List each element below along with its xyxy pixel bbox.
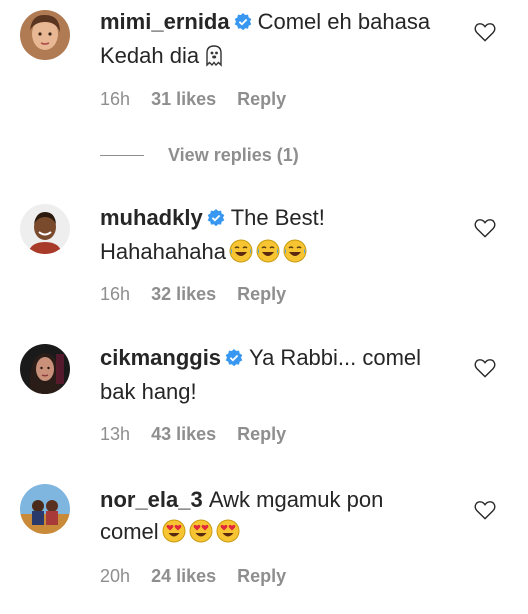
like-heart-icon[interactable] xyxy=(474,22,496,42)
comment-likes[interactable]: 24 likes xyxy=(151,566,216,586)
comment-text: Comel eh bahasa xyxy=(257,9,431,34)
like-heart-icon[interactable] xyxy=(474,500,496,520)
heart-eyes-emoji-icon xyxy=(216,519,240,552)
reply-button[interactable]: Reply xyxy=(237,424,286,444)
reply-button[interactable]: Reply xyxy=(237,566,286,586)
comment-body: nor_ela_3 Awk mgamuk pon comel xyxy=(100,484,450,552)
comment-body: cikmanggis Ya Rabbi... comel bak hang! xyxy=(100,342,450,408)
comment-meta: 16h 32 likes Reply xyxy=(100,284,302,305)
comment-time[interactable]: 16h xyxy=(100,89,130,109)
comment-text: Ya Rabbi... comel xyxy=(249,345,422,370)
view-replies-button[interactable]: View replies (1) xyxy=(100,145,299,166)
comment-meta: 20h 24 likes Reply xyxy=(100,566,302,587)
comment-text: Awk mgamuk pon xyxy=(208,487,384,512)
view-replies-label: View replies (1) xyxy=(168,145,299,165)
ghost-emoji-icon xyxy=(202,43,226,76)
avatar[interactable] xyxy=(20,344,70,394)
comment-time[interactable]: 13h xyxy=(100,424,130,444)
like-heart-icon[interactable] xyxy=(474,358,496,378)
comment-text-continued: comel xyxy=(100,519,159,544)
comment-text-continued: bak hang! xyxy=(100,379,197,404)
comment-text-continued: Hahahahaha xyxy=(100,239,227,264)
comment-text-continued: Kedah dia xyxy=(100,43,200,68)
avatar[interactable] xyxy=(20,204,70,254)
comment-text: The Best! xyxy=(230,205,325,230)
comment-body: muhadkly The Best! Hahahahaha xyxy=(100,202,450,272)
comment-body: mimi_ernida Comel eh bahasa Kedah dia xyxy=(100,6,450,76)
comment-username[interactable]: mimi_ernida xyxy=(100,9,230,34)
reply-button[interactable]: Reply xyxy=(237,284,286,304)
tears-of-joy-emoji-icon xyxy=(283,239,307,272)
comment-meta: 16h 31 likes Reply xyxy=(100,89,302,110)
comment-likes[interactable]: 32 likes xyxy=(151,284,216,304)
tears-of-joy-emoji-icon xyxy=(256,239,280,272)
heart-eyes-emoji-icon xyxy=(162,519,186,552)
heart-eyes-emoji-icon xyxy=(189,519,213,552)
tears-of-joy-emoji-icon xyxy=(229,239,253,272)
avatar[interactable] xyxy=(20,484,70,534)
view-replies-divider xyxy=(100,155,144,156)
verified-badge-icon xyxy=(225,344,243,376)
comment-likes[interactable]: 31 likes xyxy=(151,89,216,109)
comment-time[interactable]: 16h xyxy=(100,284,130,304)
comment-username[interactable]: muhadkly xyxy=(100,205,203,230)
avatar[interactable] xyxy=(20,10,70,60)
comment-username[interactable]: nor_ela_3 xyxy=(100,487,203,512)
reply-button[interactable]: Reply xyxy=(237,89,286,109)
verified-badge-icon xyxy=(207,204,225,236)
comment-time[interactable]: 20h xyxy=(100,566,130,586)
comment-likes[interactable]: 43 likes xyxy=(151,424,216,444)
verified-badge-icon xyxy=(234,8,252,40)
comment-meta: 13h 43 likes Reply xyxy=(100,424,302,445)
comment-username[interactable]: cikmanggis xyxy=(100,345,221,370)
like-heart-icon[interactable] xyxy=(474,218,496,238)
